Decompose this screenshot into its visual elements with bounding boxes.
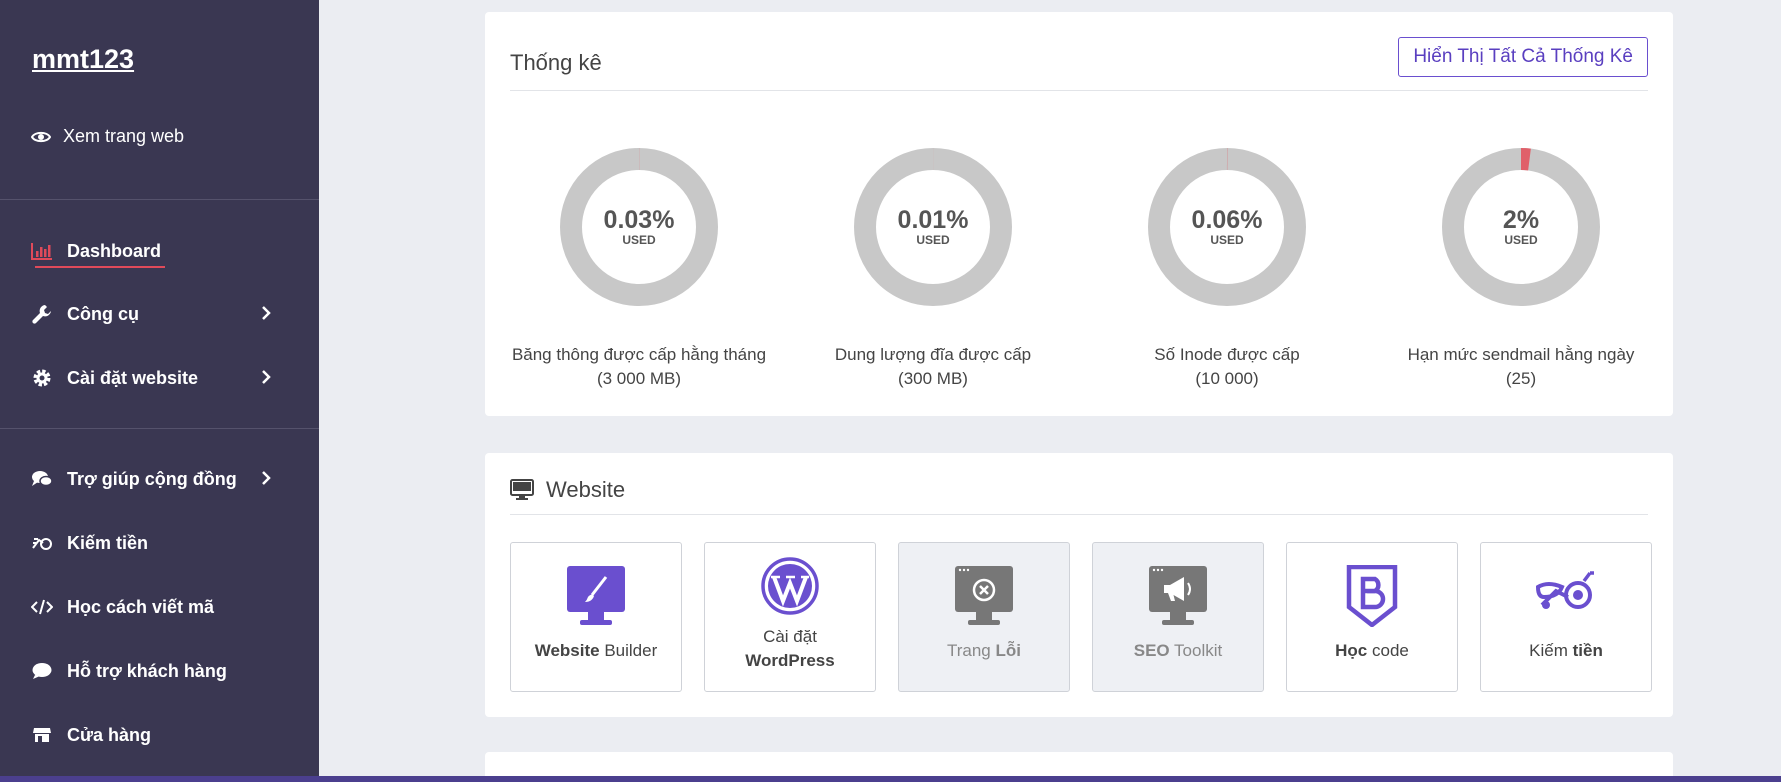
website-section-title: Website [510,477,625,503]
usage-percent: 2% [1502,206,1540,234]
tile-website-builder[interactable]: Website Builder [510,542,682,692]
stat-inode: 0.06% USED Số Inode được cấp (10 000) [1097,147,1357,391]
tile-error-page[interactable]: Trang Lỗi [898,542,1070,692]
website-title-label: Website [546,477,626,502]
tile-label: Cài đặt WordPress [745,627,835,670]
sidebar-item-label: Dashboard [67,240,162,261]
usage-donut: 2% USED [1441,147,1601,307]
sidebar-item-dashboard[interactable]: Dashboard [31,236,271,266]
stat-limit: (3 000 MB) [596,369,682,388]
monitor-icon [510,479,534,500]
wrench-icon [31,303,53,325]
stat-label: Băng thông được cấp hằng tháng [511,345,767,364]
tile-label: Trang Lỗi [946,641,1021,660]
tile-earn-money[interactable]: Kiếm tiền [1480,542,1652,692]
stat-label: Dung lượng đĩa được cấp [834,345,1032,364]
chevron-right-icon [262,306,271,320]
stat-label: Số Inode được cấp [1154,345,1300,364]
usage-caption: USED [1504,233,1538,247]
show-all-stats-button[interactable]: Hiển Thị Tất Cả Thống Kê [1398,37,1648,77]
usage-caption: USED [916,233,950,247]
eye-icon [31,131,51,142]
comment-icon [31,660,53,682]
stat-disk: 0.01% USED Dung lượng đĩa được cấp (300 … [803,147,1063,391]
active-indicator [35,266,165,268]
moped-icon [1481,565,1651,633]
sidebar-divider [0,428,319,429]
usage-caption: USED [622,233,656,247]
store-icon [31,724,53,746]
sidebar-item-label: Công cụ [67,303,139,324]
bottom-bar [0,776,1781,782]
tile-label: Kiếm tiền [1529,641,1603,660]
sidebar-item-label: Học cách viết mã [67,596,215,617]
sidebar-item-learn-code[interactable]: Học cách viết mã [31,592,271,622]
sidebar-item-support[interactable]: Hỗ trợ khách hàng [31,656,271,686]
sidebar: mmt123 Xem trang web Dashboard Công cụ C… [0,0,319,782]
view-site-label: Xem trang web [63,126,185,146]
tile-label: SEO Toolkit [1133,641,1223,660]
tile-learn-code[interactable]: Học code [1286,542,1458,692]
stat-limit: (25) [1505,369,1537,388]
stat-bandwidth: 0.03% USED Băng thông được cấp hằng thán… [509,147,769,391]
chart-bar-icon [31,240,53,262]
gear-icon [31,367,53,389]
sidebar-item-label: Hỗ trợ khách hàng [67,660,227,681]
usage-donut: 0.01% USED [853,147,1013,307]
website-card: Website Website Builder Cài đặt WordPres… [485,453,1673,717]
brand-link[interactable]: mmt123 [32,44,134,75]
tile-install-wordpress[interactable]: Cài đặt WordPress [704,542,876,692]
sidebar-item-label: Cài đặt website [67,367,199,388]
stat-label: Hạn mức sendmail hằng ngày [1407,345,1635,364]
chevron-right-icon [262,370,271,384]
usage-percent: 0.01% [897,206,969,234]
sidebar-item-label: Cửa hàng [67,724,152,745]
chevron-right-icon [262,471,271,485]
tile-seo-toolkit[interactable]: SEO Toolkit [1092,542,1264,692]
usage-donut: 0.03% USED [559,147,719,307]
stat-limit: (300 MB) [898,369,968,388]
stat-sendmail: 2% USED Hạn mức sendmail hằng ngày (25) [1391,147,1651,391]
view-site-link[interactable]: Xem trang web [31,126,184,147]
card-divider [510,514,1648,515]
sidebar-item-label: Kiếm tiền [67,532,149,553]
sidebar-item-earn[interactable]: Kiếm tiền [31,528,271,558]
megaphone-monitor-icon [1093,565,1263,633]
tile-label: Học code [1335,641,1409,660]
sidebar-item-tools[interactable]: Công cụ [31,299,271,329]
sidebar-divider [0,199,319,200]
money-icon [31,532,53,554]
usage-donut: 0.06% USED [1147,147,1307,307]
stats-title: Thống kê [510,50,602,75]
sidebar-item-store[interactable]: Cửa hàng [31,720,271,750]
stats-card: Thống kê Hiển Thị Tất Cả Thống Kê 0.03% … [485,12,1673,416]
wordpress-icon [705,557,875,625]
card-divider [510,90,1648,91]
usage-caption: USED [1210,233,1244,247]
brush-monitor-icon [511,565,681,633]
stat-limit: (10 000) [1195,369,1259,388]
usage-percent: 0.03% [603,206,675,234]
sidebar-item-label: Trợ giúp cộng đồng [67,468,237,489]
usage-percent: 0.06% [1191,206,1263,234]
sidebar-item-website-settings[interactable]: Cài đặt website [31,363,271,393]
code-icon [31,596,53,618]
sidebar-item-community[interactable]: Trợ giúp cộng đồng [31,464,271,494]
bootstrap-icon [1287,565,1457,633]
error-monitor-icon [899,565,1069,633]
tile-label: Website Builder [534,641,658,660]
comments-icon [31,468,53,490]
